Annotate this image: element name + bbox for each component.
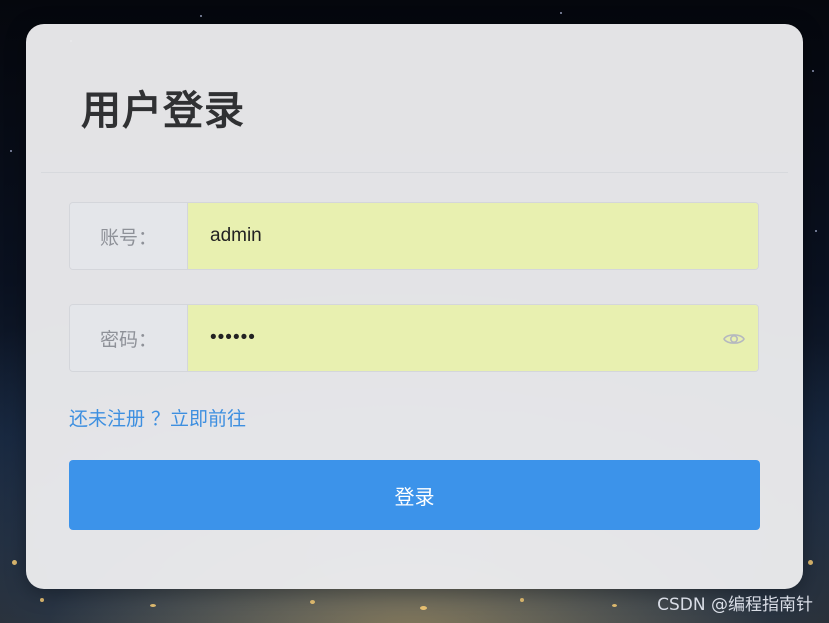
- city-light: [612, 604, 617, 607]
- city-light: [40, 598, 44, 602]
- page-title: 用户登录: [81, 88, 245, 134]
- star: [812, 70, 814, 72]
- divider: [41, 172, 788, 173]
- username-field: 账号：: [69, 202, 759, 270]
- password-label: 密码：: [70, 305, 188, 371]
- city-light: [520, 598, 524, 602]
- password-field: 密码：: [69, 304, 759, 372]
- star: [200, 15, 202, 17]
- password-input[interactable]: [188, 305, 758, 371]
- city-light: [12, 560, 17, 565]
- username-label: 账号：: [70, 203, 188, 269]
- city-light: [150, 604, 156, 607]
- username-input[interactable]: [188, 203, 758, 269]
- watermark: CSDN @编程指南针: [657, 595, 813, 615]
- star: [10, 150, 12, 152]
- city-light: [420, 606, 427, 610]
- eye-icon[interactable]: [722, 327, 746, 351]
- star: [815, 230, 817, 232]
- city-light: [310, 600, 315, 604]
- login-button[interactable]: 登录: [69, 460, 760, 530]
- city-light: [808, 560, 813, 565]
- star: [560, 12, 562, 14]
- register-link[interactable]: 还未注册 ？立即前往: [69, 404, 246, 431]
- login-card: 用户登录 账号： 密码： 还未注册 ？立即前往 登录: [26, 24, 803, 589]
